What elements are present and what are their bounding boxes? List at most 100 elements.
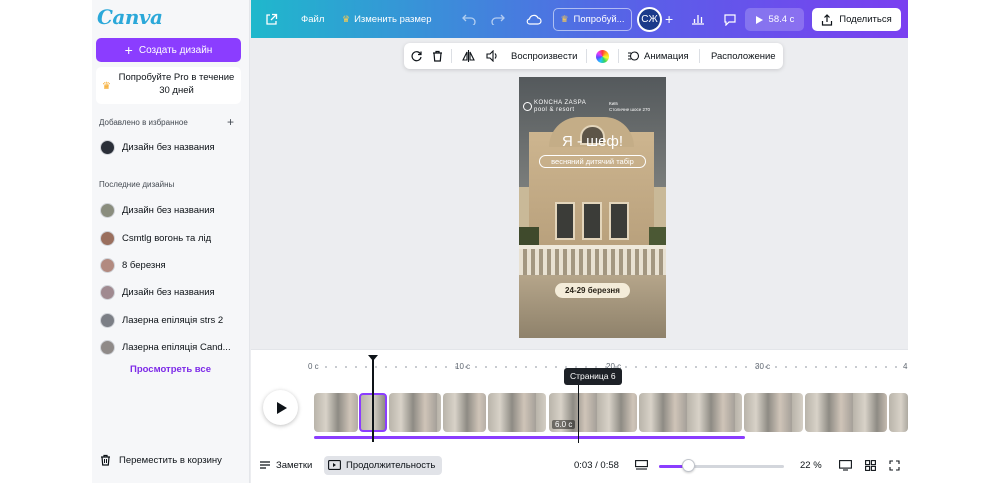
try-pro-label: Попробуйте Pro в течение 30 дней [118, 72, 235, 96]
design-page[interactable]: KONCHA ZASPA pool & resort Київ Столичне… [519, 77, 666, 338]
recent-item-label: Дизайн без названия [122, 286, 215, 298]
expand-icon [889, 459, 900, 471]
play-video-button[interactable]: Воспроизвести [511, 43, 577, 69]
recent-title: Последние дизайны [99, 180, 175, 189]
playback-progress-bar [314, 436, 745, 439]
page-view-icon [635, 460, 648, 470]
present-duration: 58.4 с [768, 14, 795, 25]
flip-icon [462, 50, 475, 62]
play-icon [277, 401, 287, 414]
brand-text: KONCHA ZASPA pool & resort [534, 100, 586, 114]
sidebar: Canva + Создать дизайн ♛ Попробуйте Pro … [92, 0, 250, 483]
add-collaborator-button[interactable]: + [665, 0, 673, 38]
recent-item[interactable]: Лазерна епіляція strs 2 [100, 311, 223, 329]
pages-view-button[interactable] [839, 455, 852, 475]
delete-button[interactable] [432, 43, 443, 69]
page-subtitle: весняний дитячий табір [539, 155, 646, 168]
crown-icon: ♛ [560, 14, 569, 24]
recent-item[interactable]: 8 березня [100, 256, 166, 274]
page-title: Я - шеф! [561, 133, 624, 150]
timeline-clip[interactable]: 6.0 с [549, 393, 637, 432]
hover-marker [578, 385, 579, 443]
timeline-clip[interactable] [889, 393, 908, 432]
trash-button[interactable]: Переместить в корзину [100, 454, 222, 466]
try-pro-card[interactable]: ♛ Попробуйте Pro в течение 30 дней [96, 67, 241, 104]
timeline-clip[interactable] [314, 393, 358, 432]
comments-button[interactable] [723, 0, 737, 38]
color-wheel-icon [596, 49, 609, 63]
flip-button[interactable] [462, 43, 475, 69]
zoom-level[interactable]: 22 % [800, 455, 822, 475]
add-favorite-icon[interactable]: + [227, 115, 234, 129]
cloud-check-icon [526, 14, 542, 25]
design-thumbnail [100, 257, 115, 273]
canva-app: Canva + Создать дизайн ♛ Попробуйте Pro … [92, 0, 908, 483]
recent-item[interactable]: Csmtlg вогонь та лід [100, 229, 211, 247]
design-thumbnail [100, 139, 115, 155]
page-view-button[interactable] [635, 455, 648, 475]
home-button[interactable] [265, 0, 278, 38]
create-design-button[interactable]: + Создать дизайн [96, 38, 241, 62]
ruler-label: 10 с [455, 362, 471, 371]
duration-label: Продолжительность [346, 459, 436, 471]
position-button[interactable]: Расположение [711, 43, 776, 69]
timeline-clip[interactable] [805, 393, 887, 432]
brand-name: KONCHA ZASPA [534, 100, 587, 106]
redo-button[interactable] [491, 0, 505, 38]
file-menu[interactable]: Файл [301, 0, 324, 38]
insights-button[interactable] [691, 0, 705, 38]
notes-button[interactable]: Заметки [259, 455, 312, 475]
toolbar-divider [586, 49, 587, 63]
favorites-title: Добавлено в избранное [99, 118, 188, 127]
present-button[interactable]: 58.4 с [745, 8, 804, 31]
animation-label: Анимация [644, 50, 689, 62]
color-button[interactable] [596, 43, 609, 69]
playhead-handle[interactable] [368, 355, 378, 361]
duration-button[interactable]: Продолжительность [328, 455, 435, 475]
create-design-label: Создать дизайн [138, 44, 213, 56]
try-pro-label: Попробуй... [573, 14, 625, 25]
zoom-slider-handle[interactable] [682, 459, 695, 472]
bar-chart-icon [692, 15, 704, 25]
plus-icon: + [124, 42, 133, 58]
share-button[interactable]: Поделиться [812, 8, 901, 31]
replace-button[interactable] [410, 43, 423, 69]
video-icon [328, 460, 341, 470]
share-label: Поделиться [839, 14, 892, 25]
recent-item[interactable]: Лазерна епіляція Cand... [100, 338, 231, 356]
toolbar-divider [618, 49, 619, 63]
see-all-link[interactable]: Просмотреть все [130, 364, 211, 375]
resize-button[interactable]: ♛ Изменить размер [342, 0, 431, 38]
recent-item[interactable]: Дизайн без названия [100, 201, 215, 219]
avatar[interactable]: СЖ [637, 7, 662, 32]
cloud-save-button[interactable] [526, 0, 542, 38]
grid-view-button[interactable] [865, 455, 876, 475]
favorite-item[interactable]: Дизайн без названия [100, 138, 215, 156]
animation-button[interactable]: Анимация [627, 43, 689, 69]
ruler-label: 0 с [308, 362, 319, 371]
playhead[interactable] [372, 358, 374, 442]
fullscreen-button[interactable] [889, 455, 900, 475]
plus-icon: + [665, 11, 674, 27]
recent-item-label: Csmtlg вогонь та лід [122, 232, 212, 244]
trash-icon [101, 454, 110, 466]
timeline-clip[interactable] [744, 393, 803, 432]
canva-logo[interactable]: Canva [97, 5, 163, 29]
design-thumbnail [100, 230, 115, 246]
recent-item-label: Дизайн без названия [122, 204, 215, 216]
favorite-item-label: Дизайн без названия [122, 141, 215, 153]
try-pro-button[interactable]: ♛ Попробуй... [553, 8, 632, 31]
timeline-clip[interactable] [488, 393, 546, 432]
volume-button[interactable] [486, 43, 499, 69]
undo-button[interactable] [462, 0, 476, 38]
timeline-clip[interactable] [639, 393, 742, 432]
timeline-clip[interactable] [443, 393, 486, 432]
timeline-play-button[interactable] [263, 390, 298, 425]
brand-sub: pool & resort [534, 107, 575, 113]
recent-item[interactable]: Дизайн без названия [100, 283, 215, 301]
external-link-icon [266, 13, 278, 25]
building-window [582, 202, 602, 240]
brand-logo-icon [523, 102, 532, 111]
timeline-clip[interactable] [389, 393, 441, 432]
rotate-icon [411, 50, 422, 61]
